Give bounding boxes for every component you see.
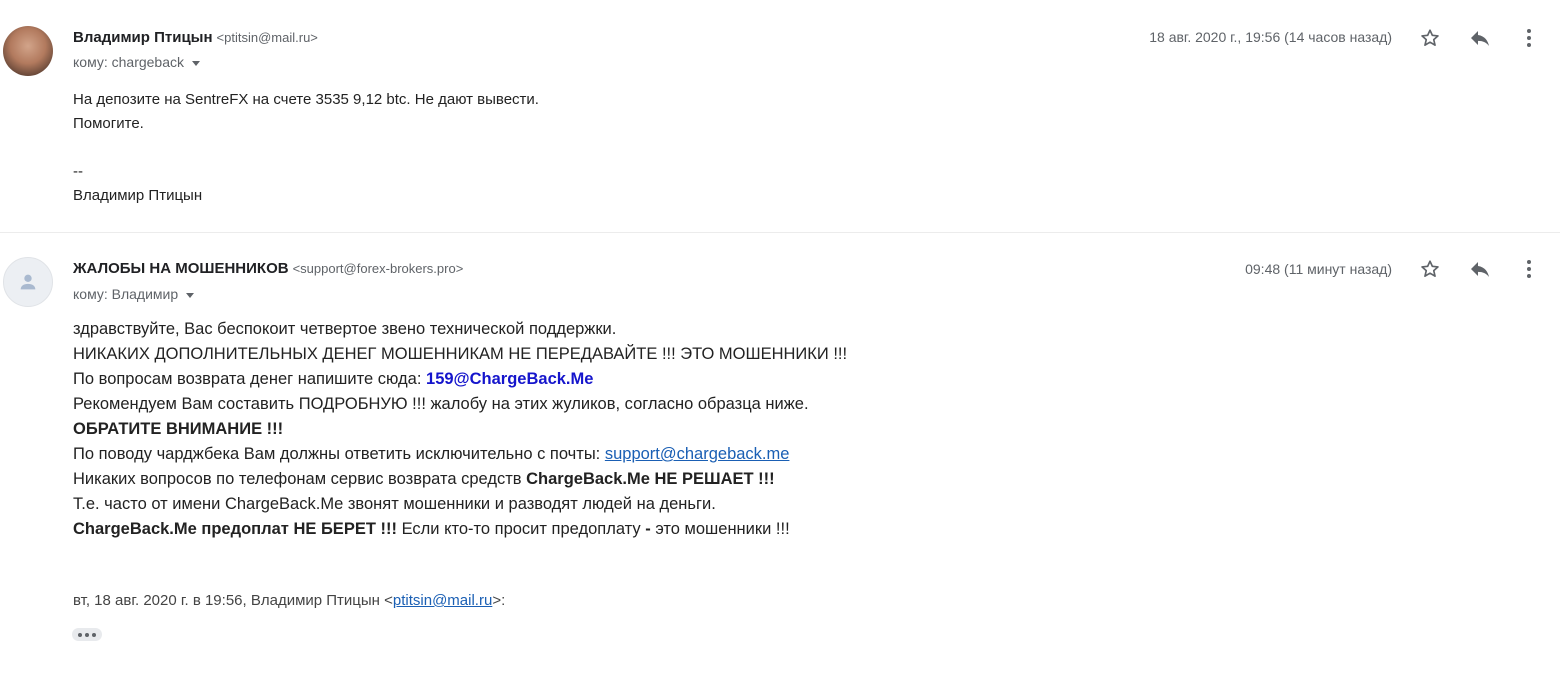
caret-down-icon[interactable] [186, 292, 195, 298]
message-1: Владимир Птицын <ptitsin@mail.ru> кому: c… [0, 0, 1560, 233]
quote-header: вт, 18 авг. 2020 г. в 19:56, Владимир Пт… [73, 592, 505, 609]
message-body: На депозите на SentreFX на счете 3535 9,… [73, 88, 539, 208]
body-line: Т.е. часто от имени ChargeBack.Me звонят… [73, 495, 716, 513]
avatar[interactable] [3, 257, 53, 307]
show-trimmed-content-button[interactable] [72, 628, 102, 641]
body-line: На депозите на SentreFX на счете 3535 9,… [73, 91, 539, 108]
ellipsis-icon [92, 632, 96, 637]
signature-separator: -- [73, 163, 83, 180]
quote-email-link[interactable]: ptitsin@mail.ru [393, 592, 492, 609]
body-line: Рекомендуем Вам составить ПОДРОБНУЮ !!! … [73, 395, 809, 413]
chargeback-email-link[interactable]: 159@ChargeBack.Me [426, 370, 593, 388]
sender-name[interactable]: ЖАЛОБЫ НА МОШЕННИКОВ [73, 260, 289, 277]
signature-name: Владимир Птицын [73, 187, 203, 204]
body-line: НИКАКИХ ДОПОЛНИТЕЛЬНЫХ ДЕНЕГ МОШЕННИКАМ … [73, 345, 848, 363]
more-vert-icon [1527, 29, 1531, 47]
message-body: здравствуйте, Вас беспокоит четвертое зв… [73, 317, 847, 542]
bold-text: ChargeBack.Me НЕ РЕШАЕТ !!! [526, 470, 775, 488]
recipients-toggle[interactable]: кому: chargeback [73, 54, 201, 70]
quote-prefix: вт, 18 авг. 2020 г. в 19:56, Владимир Пт… [73, 592, 393, 609]
more-vert-icon [1527, 260, 1531, 278]
body-line: По вопросам возврата денег напишите сюда… [73, 367, 847, 392]
body-text: Никаких вопросов по телефонам сервис воз… [73, 470, 527, 488]
body-line: здравствуйте, Вас беспокоит четвертое зв… [73, 320, 617, 338]
quote-suffix: >: [492, 592, 506, 609]
body-text: По вопросам возврата денег напишите сюда… [73, 370, 427, 388]
body-line: По поводу чарджбека Вам должны ответить … [73, 442, 847, 467]
more-options-button[interactable] [1514, 254, 1544, 284]
reply-button[interactable] [1465, 23, 1495, 53]
sender-line: ЖАЛОБЫ НА МОШЕННИКОВ <support@forex-broke… [73, 260, 463, 277]
avatar[interactable] [3, 26, 53, 76]
reply-button[interactable] [1465, 254, 1495, 284]
sender-name[interactable]: Владимир Птицын [73, 29, 213, 46]
body-text: По поводу чарджбека Вам должны ответить … [73, 445, 605, 463]
body-line: Никаких вопросов по телефонам сервис воз… [73, 467, 847, 492]
caret-down-icon[interactable] [192, 60, 201, 66]
support-email-link[interactable]: support@chargeback.me [605, 445, 790, 463]
star-icon [1421, 260, 1439, 277]
sender-email: <support@forex-brokers.pro> [292, 261, 464, 276]
person-icon [20, 274, 36, 290]
recipients-toggle[interactable]: кому: Владимир [73, 286, 195, 302]
reply-icon [1471, 31, 1489, 46]
message-2: ЖАЛОБЫ НА МОШЕННИКОВ <support@forex-broke… [0, 232, 1560, 683]
reply-icon [1471, 262, 1489, 277]
star-button[interactable] [1415, 23, 1445, 53]
body-line: Помогите. [73, 115, 144, 132]
recipients-label: кому: Владимир [73, 286, 179, 302]
ellipsis-icon [78, 632, 82, 637]
more-options-button[interactable] [1514, 23, 1544, 53]
sender-line: Владимир Птицын <ptitsin@mail.ru> [73, 29, 318, 46]
body-line: ОБРАТИТЕ ВНИМАНИЕ !!! [73, 417, 847, 442]
message-date: 18 авг. 2020 г., 19:56 (14 часов назад) [1149, 29, 1392, 45]
star-icon [1421, 29, 1439, 46]
body-line: ChargeBack.Me предоплат НЕ БЕРЕТ !!! Есл… [73, 517, 847, 542]
recipients-label: кому: chargeback [73, 54, 185, 70]
body-text: Если кто-то просит предоплату [396, 520, 646, 538]
message-date: 09:48 (11 минут назад) [1245, 261, 1392, 277]
star-button[interactable] [1415, 254, 1445, 284]
body-text: это мошенники !!! [650, 520, 790, 538]
attention-heading: ОБРАТИТЕ ВНИМАНИЕ !!! [73, 420, 284, 438]
sender-email: <ptitsin@mail.ru> [216, 30, 318, 45]
bold-text: ChargeBack.Me предоплат НЕ БЕРЕТ !!! [73, 520, 397, 538]
ellipsis-icon [85, 632, 89, 637]
